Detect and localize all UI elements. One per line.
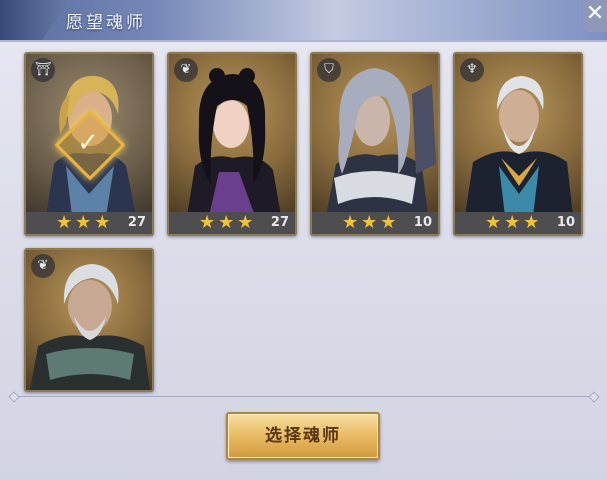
card-footer: ★★★ 10 (455, 212, 581, 234)
panel-header: 愿望魂师 (0, 0, 607, 42)
hero-level: 27 (127, 215, 146, 230)
star-rating: ★★★ (342, 212, 400, 233)
feather-icon: ❦ (31, 254, 55, 278)
feather-icon: ❦ (174, 58, 198, 82)
hero-card[interactable]: ❦ (24, 248, 154, 392)
hero-card[interactable]: ⛉ ★★★ 10 (310, 52, 440, 236)
hero-card[interactable]: ❦ ★★★ 27 (167, 52, 297, 236)
hero-card[interactable]: ⛩ ✓ ★★★ 27 (24, 52, 154, 236)
checkmark-icon: ✓ (77, 128, 99, 158)
star-rating: ★★★ (199, 212, 257, 233)
card-footer: ★★★ 27 (169, 212, 295, 234)
star-rating: ★★★ (56, 212, 114, 233)
wish-soul-master-panel: 愿望魂师 ✕ ⛩ ✓ ★★★ 27 ❦ ★★★ 27 ⛉ ★★★ 10 ♆ ★★… (0, 0, 607, 480)
hero-level: 27 (270, 215, 289, 230)
select-button-label: 选择魂师 (265, 426, 341, 446)
panel-title: 愿望魂师 (66, 13, 146, 33)
hero-card[interactable]: ♆ ★★★ 10 (453, 52, 583, 236)
hero-level: 10 (556, 215, 575, 230)
section-divider (14, 396, 594, 397)
wing-icon: ♆ (460, 58, 484, 82)
card-footer: ★★★ 27 (26, 212, 152, 234)
header-ornament (0, 0, 70, 40)
hero-level: 10 (413, 215, 432, 230)
gate-icon: ⛩ (31, 58, 55, 82)
close-icon[interactable]: ✕ (583, 0, 607, 32)
shield-icon: ⛉ (317, 58, 341, 82)
star-rating: ★★★ (485, 212, 543, 233)
card-footer: ★★★ 10 (312, 212, 438, 234)
select-soul-master-button[interactable]: 选择魂师 (226, 412, 380, 460)
